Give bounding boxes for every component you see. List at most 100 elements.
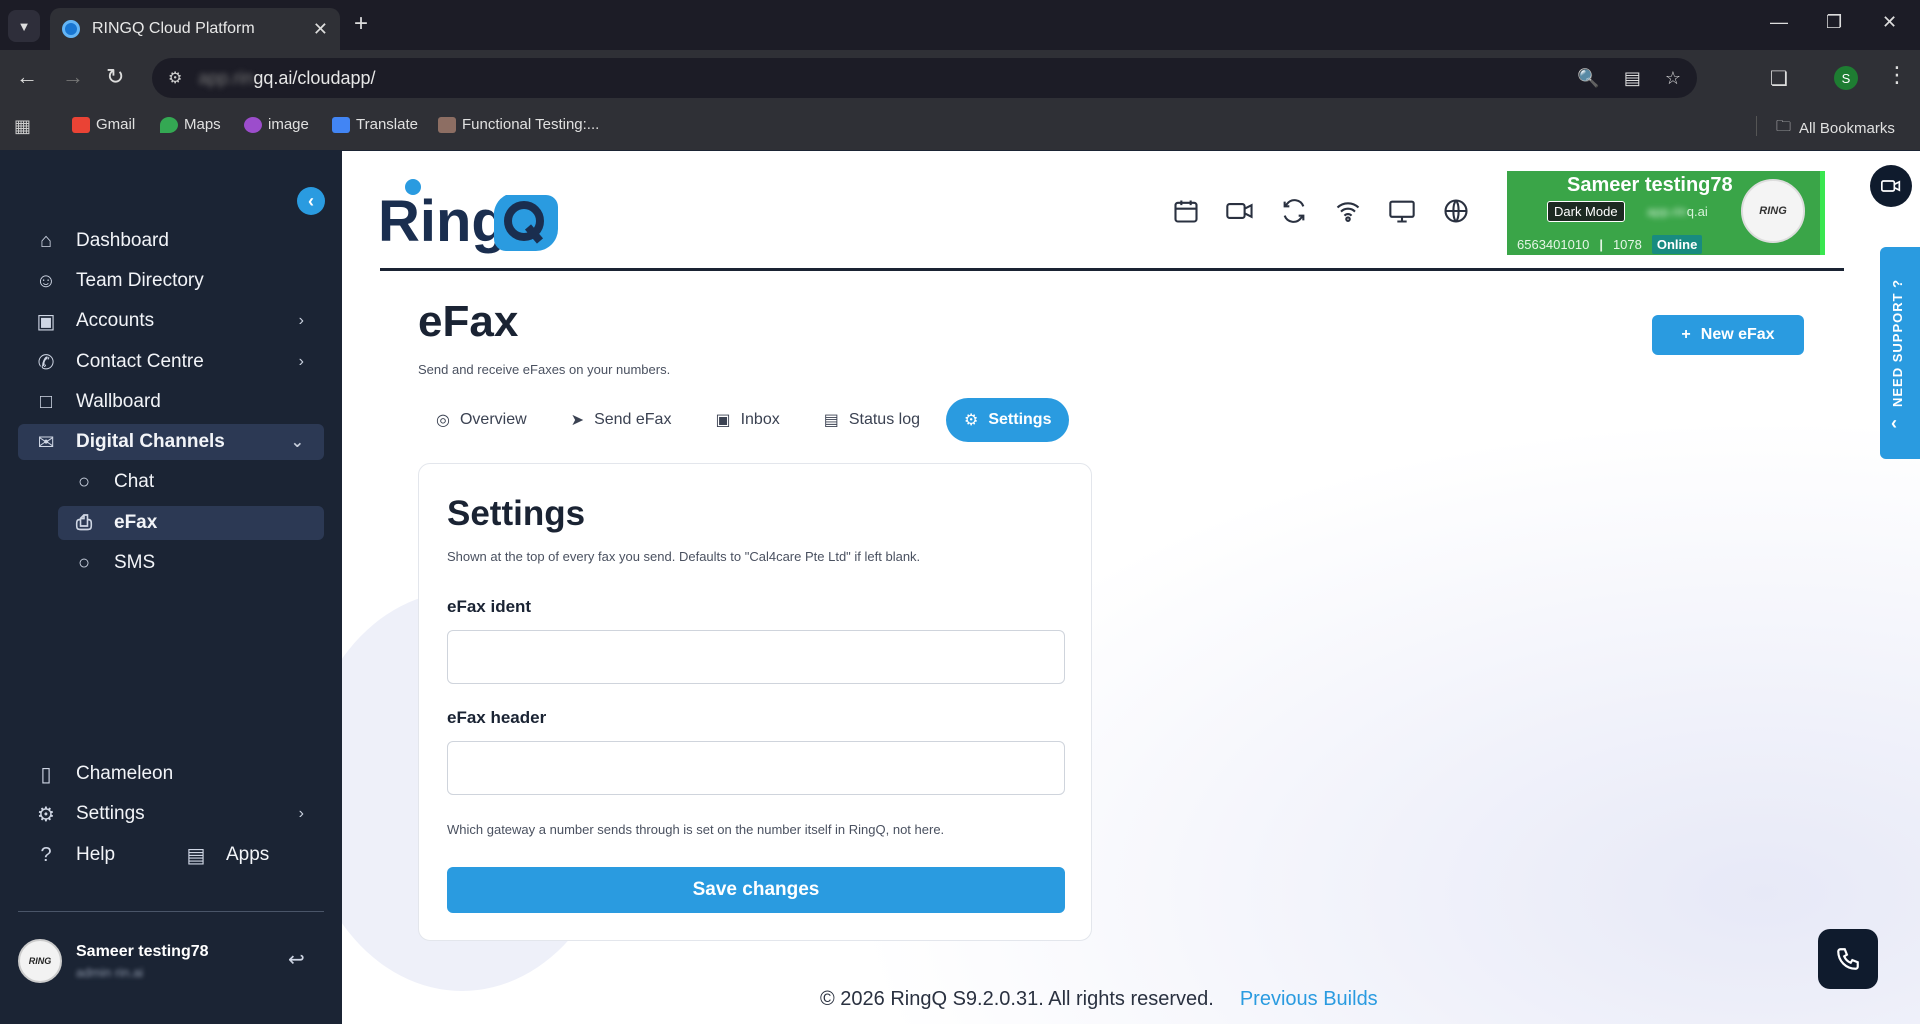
sidebar-item-digital-channels[interactable]: ✉ Digital Channels ⌄ <box>18 424 324 460</box>
browser-tab-title: RINGQ Cloud Platform <box>92 20 255 37</box>
efax-ident-label: eFax ident <box>447 597 532 616</box>
tab-status-log[interactable]: ▤ Status log <box>806 398 938 442</box>
chevron-right-icon: › <box>298 312 304 329</box>
tab-overview[interactable]: ◎ Overview <box>418 398 545 442</box>
monitor-icon[interactable] <box>1386 195 1418 227</box>
sidebar-item-settings[interactable]: ⚙ Settings › <box>18 796 324 832</box>
sidebar-user-name: Sameer testing78 <box>76 942 209 960</box>
save-changes-button[interactable]: Save changes <box>447 867 1065 913</box>
efax-header-input[interactable] <box>447 741 1065 795</box>
efax-header-label: eFax header <box>447 708 547 727</box>
sidebar-item-team-directory[interactable]: ☺ Team Directory <box>18 263 324 299</box>
bookmark-image[interactable]: image <box>244 116 309 133</box>
bookmark-gmail[interactable]: Gmail <box>72 116 135 133</box>
send-icon: ➤ <box>570 412 585 429</box>
main-content: Ring Sameer testing78 Dark Mode app.rinq… <box>342 151 1920 1024</box>
translate-icon <box>332 116 350 133</box>
browser-addressbar: ← → ↻ ⚙ app.ringq.ai/cloudapp/ 🔍 ▤ ☆ <box>0 50 1920 106</box>
chat-icon: ○ <box>77 470 91 493</box>
sidebar-item-help[interactable]: ? Help <box>18 837 168 873</box>
sidebar-subitem-sms[interactable]: ○ SMS <box>58 546 324 580</box>
settings-subtitle: Shown at the top of every fax you send. … <box>447 549 921 564</box>
url-text[interactable]: app.ringq.ai/cloudapp/ <box>198 68 375 89</box>
zoom-icon[interactable]: 🔍 <box>1577 68 1599 89</box>
page-subtitle: Send and receive eFaxes on your numbers. <box>418 362 671 377</box>
tab-close-icon[interactable]: ✕ <box>313 19 328 40</box>
wifi-icon[interactable] <box>1332 195 1364 227</box>
settings-card: Settings Shown at the top of every fax y… <box>418 463 1092 941</box>
chevron-down-icon: ⌄ <box>290 434 304 451</box>
sidebar-item-chameleon[interactable]: ▯ Chameleon <box>18 756 324 792</box>
install-app-icon[interactable]: ▤ <box>1624 68 1641 89</box>
sidebar-item-wallboard[interactable]: □ Wallboard <box>18 384 324 420</box>
efax-ident-input[interactable] <box>447 630 1065 684</box>
url-omnibox[interactable]: ⚙ app.ringq.ai/cloudapp/ 🔍 ▤ ☆ <box>152 58 1697 98</box>
restore-icon[interactable]: ❐ <box>1826 12 1842 33</box>
window-close-icon[interactable]: ✕ <box>1882 12 1897 33</box>
avatar: RING <box>18 939 62 983</box>
settings-title: Settings <box>447 494 586 533</box>
document-icon: ▤ <box>823 412 839 429</box>
video-call-icon[interactable] <box>1224 195 1256 227</box>
eye-icon: ◎ <box>436 412 450 429</box>
new-tab-plus-icon[interactable]: + <box>354 12 368 36</box>
dark-mode-toggle[interactable]: Dark Mode <box>1547 201 1625 222</box>
phone-dialer-icon[interactable] <box>1818 929 1878 989</box>
bookmark-maps[interactable]: Maps <box>160 116 221 133</box>
reload-icon[interactable]: ↻ <box>106 66 124 88</box>
footer: © 2026 RingQ S9.2.0.31. All rights reser… <box>820 988 1378 1011</box>
account-icon: ▣ <box>36 310 56 333</box>
bookmarks-divider <box>1756 116 1757 136</box>
sidebar-collapse-chevron-icon[interactable]: ‹ <box>297 187 325 215</box>
logout-icon[interactable]: ↩ <box>288 947 305 972</box>
maps-icon <box>160 116 178 133</box>
sidebar-item-accounts[interactable]: ▣ Accounts › <box>18 303 324 339</box>
video-camera-icon[interactable] <box>1870 165 1912 207</box>
extensions-puzzle-icon[interactable]: ❏ <box>1770 66 1788 91</box>
gear-icon: ⚙ <box>37 803 55 826</box>
previous-builds-link[interactable]: Previous Builds <box>1240 988 1378 1011</box>
sidebar-item-apps[interactable]: ▤ Apps <box>168 837 318 873</box>
sidebar-subitem-efax[interactable]: ⎙ eFax <box>58 506 324 540</box>
globe-icon[interactable] <box>1440 195 1472 227</box>
ringq-logo: Ring <box>378 179 558 254</box>
user-card-name: Sameer testing78 <box>1567 174 1733 196</box>
bookmark-functional-testing[interactable]: Functional Testing:... <box>438 116 599 133</box>
gmail-icon <box>72 116 90 133</box>
home-icon: ⌂ <box>39 229 53 252</box>
forward-arrow-icon[interactable]: → <box>62 66 84 88</box>
refresh-icon[interactable] <box>1278 195 1310 227</box>
sidebar-subitem-chat[interactable]: ○ Chat <box>58 465 324 499</box>
tab-settings[interactable]: ⚙ Settings <box>946 398 1070 442</box>
calendar-icon[interactable] <box>1170 195 1202 227</box>
browser-menu-icon[interactable]: ⋮ <box>1886 62 1908 88</box>
new-efax-button[interactable]: + New eFax <box>1652 315 1804 355</box>
bookmark-translate[interactable]: Translate <box>332 116 418 133</box>
browser-tab[interactable]: RINGQ Cloud Platform ✕ <box>50 8 340 50</box>
sidebar-item-dashboard[interactable]: ⌂ Dashboard <box>18 223 324 259</box>
user-status-card[interactable]: Sameer testing78 Dark Mode app.rinq.ai 6… <box>1507 171 1825 255</box>
folder-icon: 🗀 <box>1776 118 1792 135</box>
bookmark-apps-grid-icon[interactable]: ▦ <box>14 116 31 137</box>
site-settings-icon[interactable]: ⚙ <box>168 68 182 88</box>
tab-send-efax[interactable]: ➤ Send eFax <box>553 398 690 442</box>
tab-list-chevron-icon[interactable]: ▼ <box>8 10 40 42</box>
sms-icon: ○ <box>77 551 91 574</box>
back-arrow-icon[interactable]: ← <box>16 66 38 88</box>
all-bookmarks[interactable]: 🗀 All Bookmarks <box>1776 116 1895 141</box>
ringq-favicon-icon <box>62 20 80 38</box>
bookmark-star-icon[interactable]: ☆ <box>1665 68 1681 89</box>
sidebar-item-contact-centre[interactable]: ✆ Contact Centre › <box>18 344 324 380</box>
chevron-right-icon: › <box>298 353 304 370</box>
status-badge[interactable]: Online <box>1651 235 1703 254</box>
sidebar-user[interactable]: RING Sameer testing78 admin rin.ai <box>18 939 209 983</box>
chevron-left-icon[interactable]: ‹ <box>1891 413 1897 434</box>
profile-avatar[interactable]: S <box>1834 66 1858 90</box>
copyright-text: © 2026 RingQ S9.2.0.31. All rights reser… <box>820 988 1214 1010</box>
user-card-ext: 1078 <box>1612 237 1642 252</box>
chat-bubble-icon: ✉ <box>37 431 55 454</box>
functional-testing-icon <box>438 116 456 133</box>
need-support-label[interactable]: NEED SUPPORT ? <box>1890 267 1905 407</box>
tab-inbox[interactable]: ▣ Inbox <box>697 398 797 442</box>
minimize-icon[interactable]: — <box>1770 12 1788 33</box>
